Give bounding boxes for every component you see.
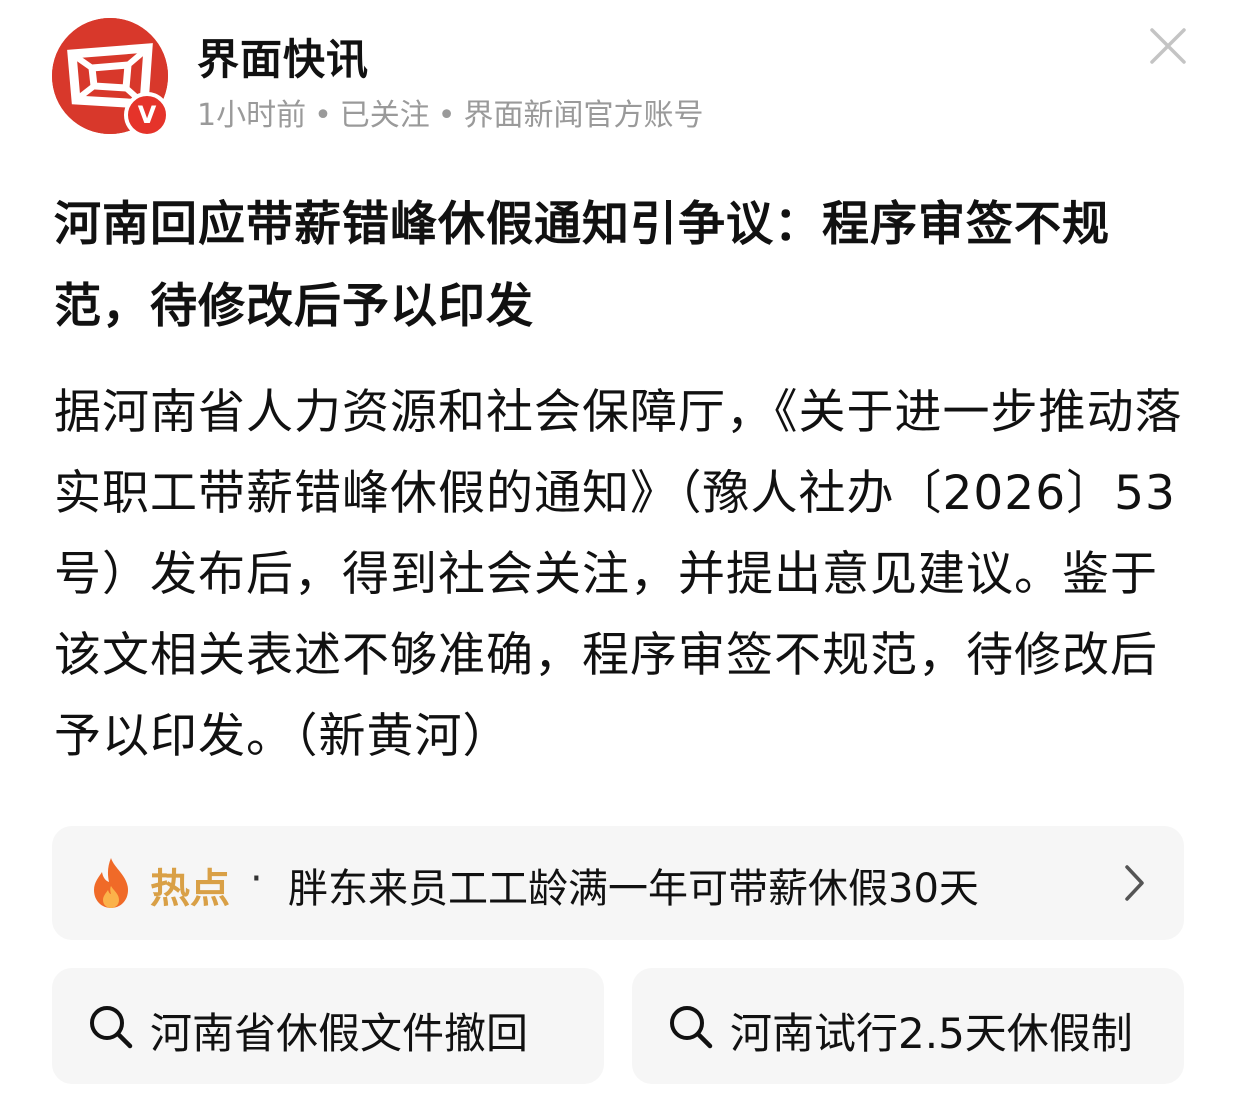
hot-topic-card[interactable]: 热点 · 胖东来员工工龄满一年可带薪休假30天 [52, 826, 1184, 940]
hot-topic-text: 胖东来员工工龄满一年可带薪休假30天 [288, 866, 979, 912]
search-icon [670, 1006, 713, 1049]
verified-badge: V [124, 92, 170, 138]
article-body: 据河南省人力资源和社会保障厅，《关于进一步推动落实职工带薪错峰休假的通知》（豫人… [54, 385, 1183, 764]
search-icon [90, 1006, 133, 1049]
chevron-right-icon [1125, 865, 1144, 901]
article-title: 河南回应带薪错峰休假通知引争议：程序审签不规范，待修改后予以印发 [54, 197, 1110, 334]
related-search-chip[interactable]: 河南试行2.5天休假制 [632, 968, 1184, 1084]
account-name[interactable]: 界面快讯 [197, 26, 369, 87]
time-ago: 1小时前 [197, 98, 307, 133]
account-type: 界面新闻官方账号 [463, 98, 704, 133]
close-icon [1150, 28, 1186, 64]
hot-separator: · [250, 856, 263, 902]
meta-separator: • [314, 98, 332, 133]
close-button[interactable] [1146, 24, 1190, 68]
related-search-label: 河南省休假文件撤回 [150, 1009, 529, 1058]
flame-icon [94, 858, 128, 908]
post-meta: 1小时前 • 已关注 • 界面新闻官方账号 [197, 90, 704, 134]
related-search-label: 河南试行2.5天休假制 [730, 1009, 1133, 1058]
meta-separator: • [437, 98, 456, 133]
hot-label: 热点 [150, 866, 230, 912]
follow-status[interactable]: 已关注 [340, 98, 430, 133]
related-search-chip[interactable]: 河南省休假文件撤回 [52, 968, 604, 1084]
